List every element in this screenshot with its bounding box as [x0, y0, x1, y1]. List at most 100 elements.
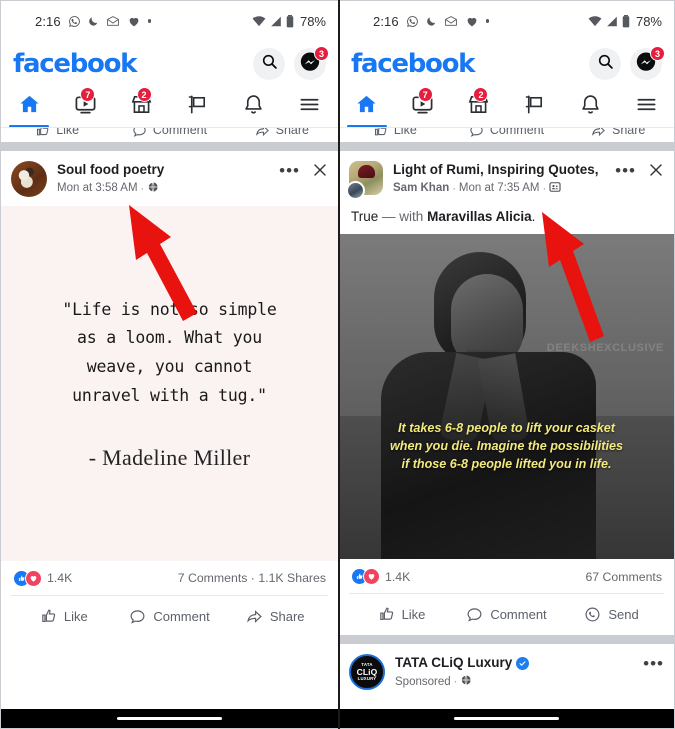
comment-label: Comment	[153, 608, 210, 624]
photo-watermark: DEEKSHEXCLUSIVE	[546, 342, 664, 355]
post-author[interactable]: Sam Khan	[393, 182, 449, 196]
hamburger-menu-icon	[298, 93, 321, 121]
battery-icon	[286, 14, 294, 28]
sidebar-item-home[interactable]	[339, 87, 395, 128]
search-button[interactable]	[589, 48, 621, 80]
metadata-separator: ·	[452, 182, 456, 195]
home-icon	[355, 93, 378, 121]
post-photo[interactable]: DEEKSHEXCLUSIVE It takes 6-8 people to l…	[339, 234, 674, 560]
avatar[interactable]: TATA CLiQ LUXURY	[349, 654, 385, 691]
whatsapp-icon	[68, 15, 81, 28]
search-button[interactable]	[253, 48, 285, 80]
page-title[interactable]: TATA CLiQ Luxury	[395, 655, 643, 671]
share-button[interactable]: Share	[562, 127, 674, 138]
avatar[interactable]	[11, 161, 47, 197]
post-light-of-rumi: Light of Rumi, Inspiring Quotes, Sam Kha…	[339, 151, 674, 636]
page-title[interactable]: Light of Rumi, Inspiring Quotes,	[393, 162, 615, 178]
love-reaction-icon	[363, 568, 380, 586]
like-label: Like	[393, 127, 417, 137]
close-icon[interactable]	[312, 162, 328, 183]
post-timestamp: Mon at 3:58 AM	[57, 182, 138, 195]
comment-button[interactable]: Comment	[113, 127, 225, 138]
like-button[interactable]: Like	[339, 127, 451, 138]
bell-icon	[579, 93, 602, 121]
feed-divider	[339, 142, 674, 151]
more-options-icon[interactable]: •••	[643, 655, 664, 672]
groups-flag-icon	[523, 93, 546, 121]
quote-author: - Madeline Miller	[88, 445, 251, 471]
comments-shares-count[interactable]: 7 Comments · 1.1K Shares	[178, 571, 326, 585]
like-label: Like	[56, 127, 80, 137]
comments-count[interactable]: 67 Comments	[585, 570, 662, 584]
sidebar-item-menu[interactable]	[282, 87, 338, 127]
nav-gesture-pill[interactable]	[117, 717, 222, 720]
sidebar-item-notifications[interactable]	[226, 87, 282, 127]
messenger-button[interactable]: 3	[630, 46, 665, 80]
post-sponsored-tata-cliq: TATA CLiQ LUXURY TATA CLiQ Luxury Sponso…	[339, 644, 674, 700]
reactions-count[interactable]: 1.4K	[385, 570, 410, 584]
post-timestamp: Mon at 7:35 AM	[458, 182, 540, 195]
close-icon[interactable]	[648, 162, 664, 183]
home-icon	[18, 93, 41, 121]
like-button[interactable]: Like	[11, 608, 117, 625]
facebook-logo: facebook	[13, 49, 137, 79]
comment-label: Comment	[152, 127, 208, 137]
more-options-icon[interactable]: •••	[615, 162, 636, 179]
sharer-avatar[interactable]	[346, 181, 365, 200]
like-button[interactable]: Like	[1, 127, 113, 138]
comment-button[interactable]: Comment	[454, 606, 559, 623]
sidebar-item-marketplace[interactable]: 2	[451, 87, 507, 127]
sidebar-item-video[interactable]: 7	[395, 87, 451, 127]
sidebar-item-home[interactable]	[1, 87, 57, 128]
comment-button[interactable]: Comment	[117, 608, 223, 625]
reactions-count[interactable]: 1.4K	[47, 571, 72, 585]
share-button[interactable]: Share	[226, 128, 338, 138]
right-phone-panel: 2:16 78% facebook 3 7 2 Like Comment Sha…	[338, 0, 675, 729]
avatar[interactable]	[346, 161, 383, 200]
left-phone-panel: 2:16 78% facebook 3 7 2 Like Comment Sha…	[0, 0, 338, 729]
post-metadata: Mon at 3:58 AM ·	[57, 181, 279, 198]
android-navigation-bar	[1, 709, 338, 728]
post-soul-food-poetry: Soul food poetry Mon at 3:58 AM · ••• "L…	[1, 151, 338, 637]
email-icon	[106, 15, 120, 28]
share-button[interactable]: Share	[222, 608, 328, 625]
android-navigation-bar	[339, 709, 674, 728]
messenger-button[interactable]: 3	[294, 46, 329, 80]
messenger-badge: 3	[314, 46, 329, 61]
globe-public-icon[interactable]	[460, 674, 472, 691]
more-options-icon[interactable]: •••	[279, 162, 300, 179]
quote-image-card[interactable]: "Life is not so simple as a loom. What y…	[1, 205, 338, 561]
sidebar-item-groups[interactable]	[506, 87, 562, 127]
search-icon	[597, 53, 614, 75]
sidebar-item-notifications[interactable]	[562, 87, 618, 127]
status-bar: 2:16 78%	[339, 1, 674, 41]
send-label: Send	[608, 607, 639, 623]
sidebar-item-video[interactable]: 7	[57, 87, 113, 127]
tagged-person-link[interactable]: Maravillas Alicia	[427, 209, 532, 224]
overlay-line-3: if those 6-8 people lifted you in life.	[401, 457, 612, 472]
sidebar-item-groups[interactable]	[170, 87, 226, 127]
wifi-icon	[588, 15, 602, 27]
nav-gesture-pill[interactable]	[454, 717, 559, 720]
engagement-summary: 1.4K 7 Comments · 1.1K Shares	[1, 561, 338, 595]
metadata-separator: ·	[140, 182, 145, 195]
page-title[interactable]: Soul food poetry	[57, 162, 279, 178]
verified-badge-icon	[516, 657, 530, 671]
sidebar-item-marketplace[interactable]: 2	[113, 87, 169, 127]
quote-line-2: as a loom. What you	[77, 328, 262, 348]
post-action-bar: Like Comment Share	[11, 594, 328, 637]
send-button[interactable]: Send	[559, 606, 664, 623]
sidebar-item-menu[interactable]	[618, 87, 674, 127]
share-label: Share	[612, 127, 646, 137]
bell-icon	[242, 93, 265, 121]
comment-button[interactable]: Comment	[451, 128, 563, 138]
custom-audience-icon[interactable]	[549, 181, 561, 198]
globe-public-icon[interactable]	[147, 181, 159, 198]
sponsored-label: Sponsored	[395, 675, 451, 688]
heart-icon	[127, 15, 141, 28]
navigation-tab-bar: 7 2	[339, 87, 674, 128]
like-button[interactable]: Like	[349, 606, 454, 623]
post-metadata: Sponsored ·	[395, 674, 643, 691]
groups-flag-icon	[186, 93, 209, 121]
facebook-app-bar: facebook 3	[339, 41, 674, 87]
